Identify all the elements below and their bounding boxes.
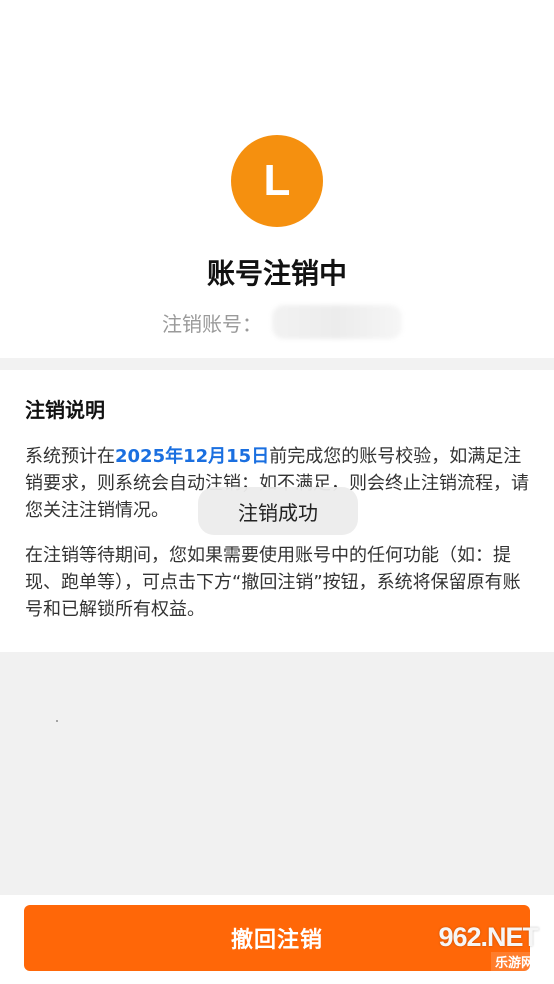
profile-section: L 账号注销中 注销账号： (0, 0, 554, 358)
page-title: 账号注销中 (206, 257, 347, 290)
avatar: L (231, 135, 323, 227)
info-paragraph-1-start: 系统预计在 (25, 446, 115, 467)
account-row: 注销账号： (162, 305, 402, 339)
section-divider (0, 358, 554, 370)
site-watermark: 962.NET 乐游网 (406, 922, 546, 974)
info-paragraph-2: 在注销等待期间，您如果需要使用账号中的任何功能（如：提现、跑单等），可点击下方“… (25, 545, 521, 620)
watermark-site-name: 乐游网 (490, 952, 538, 971)
small-dot (56, 720, 58, 722)
watermark-logo-text: 962.NET (438, 922, 539, 952)
success-toast: 注销成功 (198, 487, 358, 535)
verification-deadline: 2025年12月15日 (115, 446, 270, 467)
masked-account-number (272, 305, 402, 339)
account-label: 注销账号： (162, 311, 262, 336)
info-heading: 注销说明 (25, 398, 105, 422)
empty-content-area (0, 652, 554, 895)
avatar-letter: L (263, 156, 291, 205)
withdraw-cancellation-label: 撤回注销 (230, 928, 323, 953)
toast-message: 注销成功 (238, 500, 318, 525)
